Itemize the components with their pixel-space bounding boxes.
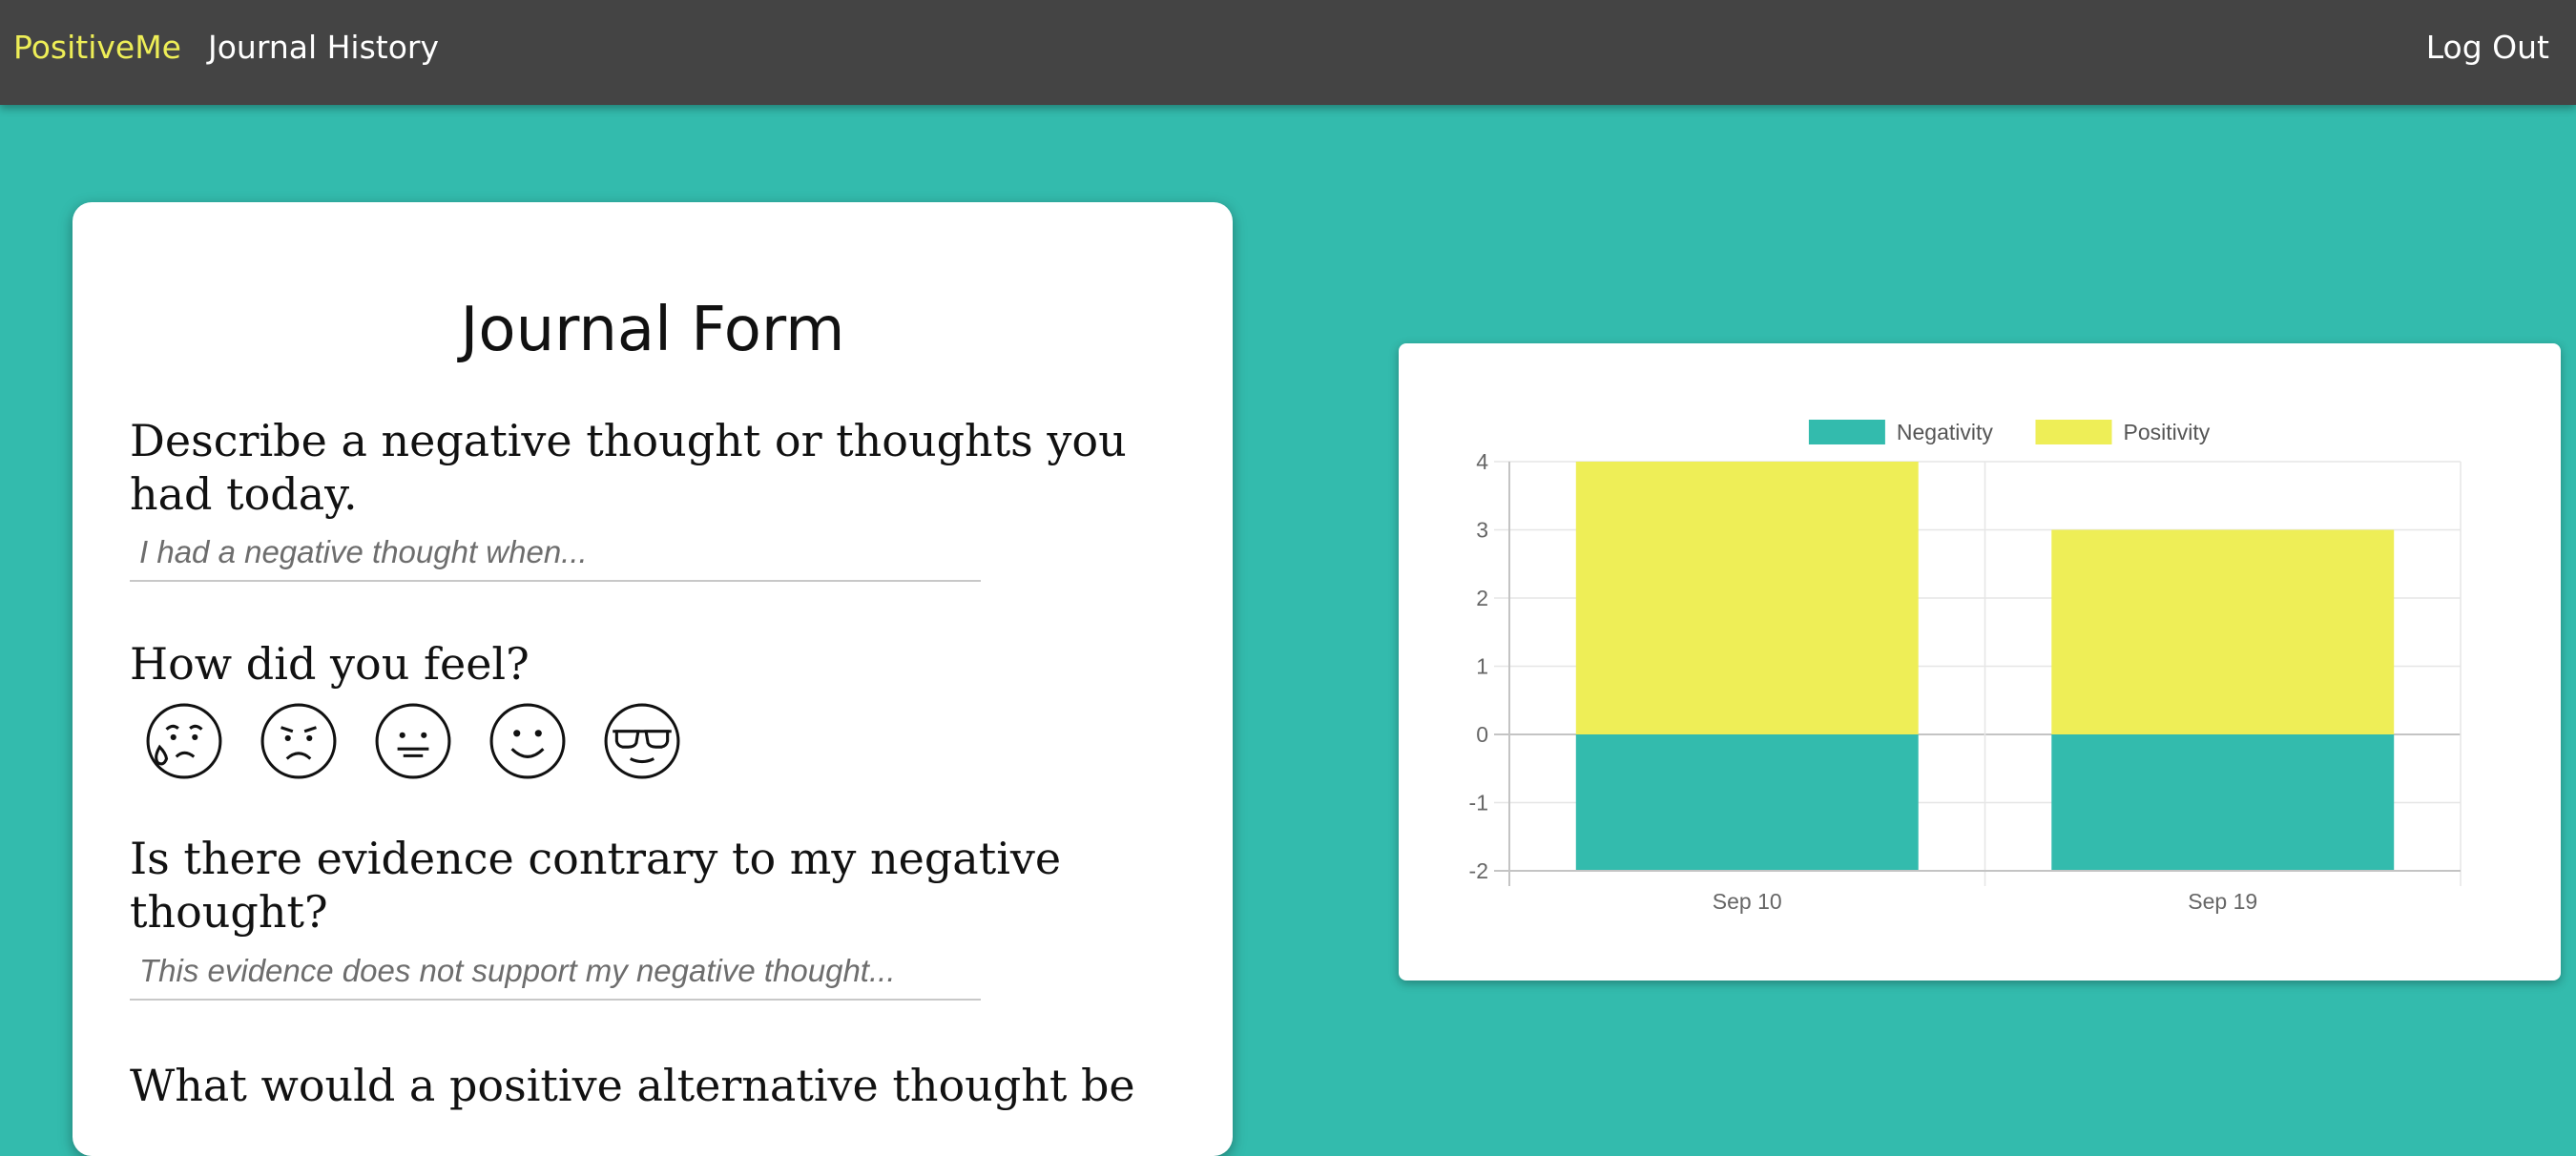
- neutral-face-icon[interactable]: [374, 702, 452, 780]
- legend-label-negativity: Negativity: [1897, 420, 1993, 444]
- journal-history-link[interactable]: Journal History: [208, 0, 439, 95]
- y-tick-label: 0: [1476, 722, 1488, 747]
- question-negative-thought: Describe a negative thought or thoughts …: [130, 415, 1127, 520]
- bar-positivity-sep-10: [1575, 462, 1919, 734]
- y-tick-label: -2: [1469, 858, 1488, 883]
- contrary-evidence-input[interactable]: [130, 943, 981, 1001]
- question-contrary-evidence: Is there evidence contrary to my negativ…: [130, 833, 1062, 938]
- brand-link[interactable]: PositiveMe: [13, 0, 181, 95]
- smiling-face-icon[interactable]: [488, 702, 567, 780]
- cool-sunglasses-face-icon[interactable]: [603, 702, 681, 780]
- negative-thought-input[interactable]: [130, 525, 981, 582]
- bar-negativity-sep-10: [1575, 734, 1919, 871]
- logout-link[interactable]: Log Out: [2426, 0, 2549, 95]
- y-tick-label: 4: [1476, 449, 1488, 474]
- x-tick-label: Sep 19: [2188, 889, 2257, 914]
- bar-negativity-sep-19: [2051, 734, 2395, 871]
- x-tick-label: Sep 10: [1713, 889, 1782, 914]
- legend-label-positivity: Positivity: [2124, 420, 2211, 444]
- legend-swatch-positivity: [2035, 420, 2112, 444]
- legend-swatch-negativity: [1808, 420, 1885, 444]
- question-feeling: How did you feel?: [130, 638, 530, 690]
- y-tick-label: 2: [1476, 586, 1488, 610]
- crying-face-icon[interactable]: [145, 702, 223, 780]
- mood-chart-card: 4 3 2 1 0 -1 -2 Sep 10 Sep 19 Negativity Positivit…: [1399, 343, 2561, 981]
- sad-face-icon[interactable]: [260, 702, 338, 780]
- y-tick-label: 1: [1476, 654, 1488, 679]
- top-navbar: PositiveMe Journal History Log Out: [0, 0, 2576, 105]
- question-positive-alternative: What would a positive alternative though…: [130, 1060, 1135, 1111]
- bar-positivity-sep-19: [2051, 529, 2395, 734]
- y-tick-label: -1: [1469, 791, 1488, 815]
- mood-bar-chart: 4 3 2 1 0 -1 -2 Sep 10 Sep 19 Negativity Positivit…: [1469, 420, 2462, 914]
- form-title: Journal Form: [460, 295, 845, 365]
- y-tick-label: 3: [1476, 518, 1488, 543]
- journal-form-card: Journal Form Describe a negative thought…: [73, 202, 1233, 1156]
